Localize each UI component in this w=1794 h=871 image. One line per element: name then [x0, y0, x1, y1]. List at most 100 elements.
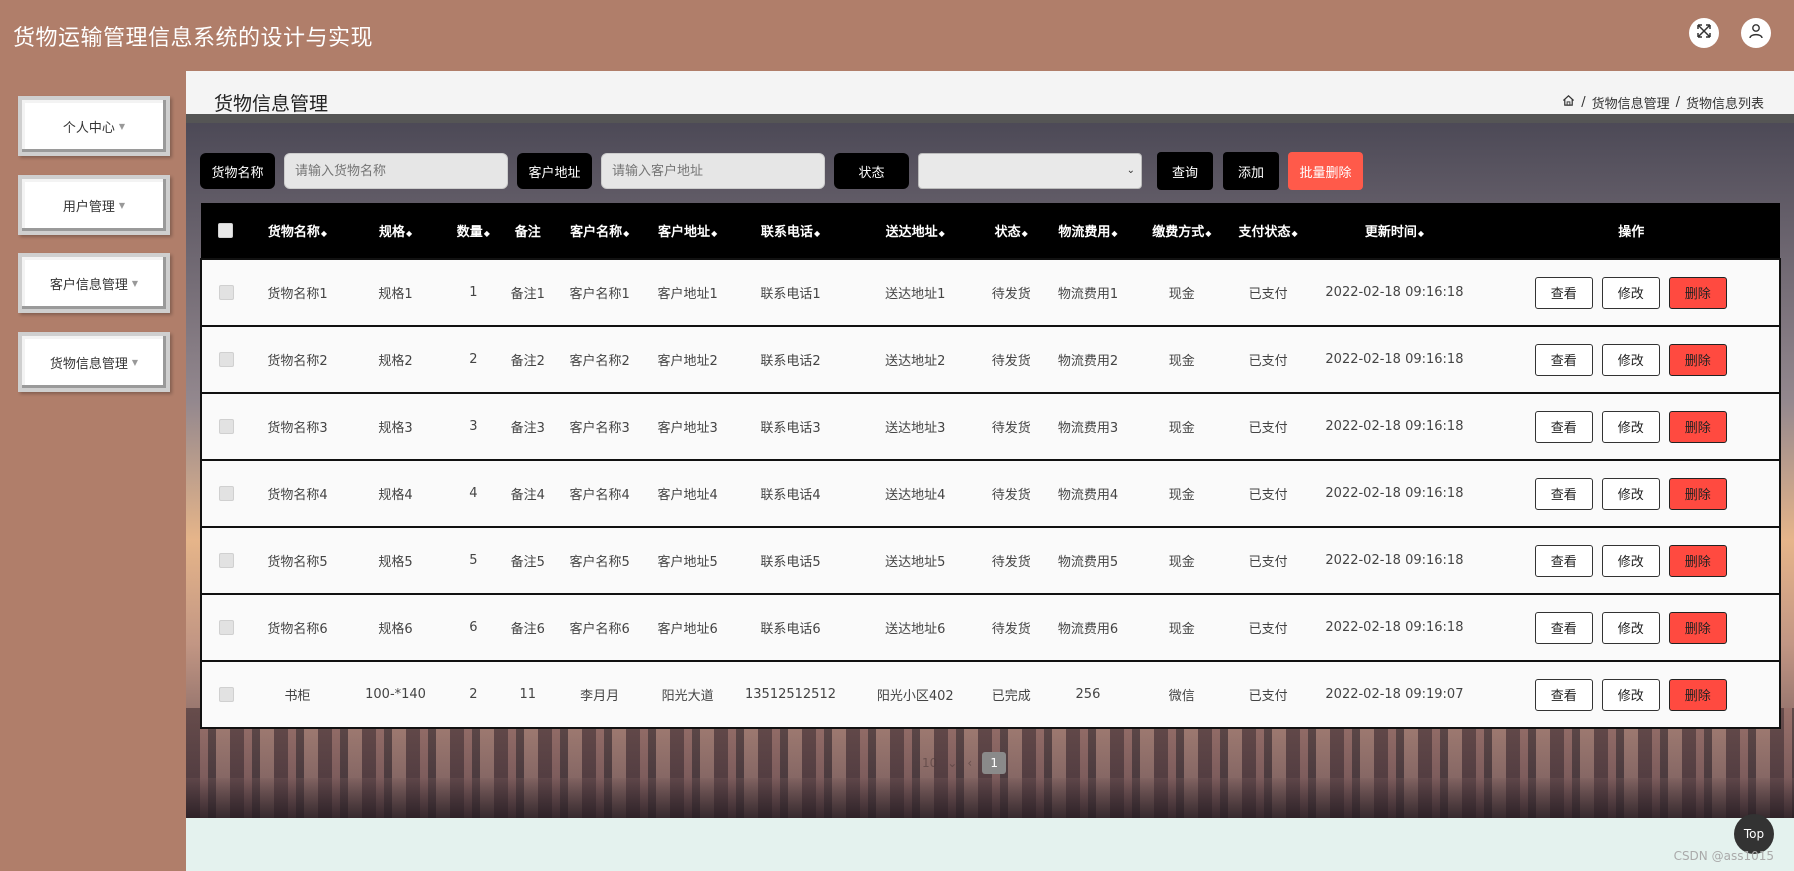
column-header[interactable]: 支付状态◆ [1230, 203, 1307, 259]
sidebar-item-customer-management[interactable]: 客户信息管理 ▼ [18, 253, 170, 313]
app-title: 货物运输管理信息系统的设计与实现 [13, 26, 374, 51]
table-cell: 物流费用2 [1057, 354, 1119, 369]
view-button[interactable]: 查看 [1534, 477, 1593, 510]
view-button[interactable]: 查看 [1534, 276, 1593, 309]
row-checkbox[interactable] [218, 687, 234, 702]
edit-button[interactable]: 修改 [1601, 276, 1660, 309]
column-header[interactable]: 数量◆ [446, 203, 500, 259]
table-cell: 联系电话5 [760, 555, 821, 570]
column-header: 操作 [1482, 203, 1780, 259]
add-button[interactable]: 添加 [1223, 152, 1279, 190]
view-button[interactable]: 查看 [1534, 678, 1593, 711]
table-cell: 货物名称5 [267, 555, 328, 570]
table-cell: 物流费用1 [1057, 287, 1119, 302]
column-header[interactable]: 货物名称◆ [250, 203, 345, 259]
current-page[interactable]: 1 [982, 752, 1007, 774]
column-header-label: 送达地址 [885, 225, 938, 240]
table-cell: 待发货 [991, 287, 1031, 302]
goods-name-input[interactable] [284, 153, 508, 189]
table-row: 货物名称6 规格6 6 备注6 客户名称6 客户地址6 联系电话6 送达地址6 待发货 物流费用6… [201, 594, 1780, 661]
table-cell: 送达地址6 [885, 622, 946, 637]
sidebar-item-goods-management[interactable]: 货物信息管理 ▼ [18, 332, 170, 392]
select-all-checkbox[interactable] [218, 223, 234, 238]
fullscreen-button[interactable] [1689, 18, 1719, 48]
row-checkbox[interactable] [218, 620, 234, 635]
table-cell: 客户地址4 [657, 488, 718, 503]
edit-button[interactable]: 修改 [1601, 410, 1660, 443]
table-cell: 待发货 [991, 421, 1031, 436]
batch-delete-button[interactable]: 批量删除 [1288, 152, 1363, 190]
table-cell: 物流费用5 [1057, 555, 1119, 570]
caret-down-icon: ▼ [131, 278, 139, 288]
row-checkbox[interactable] [218, 486, 234, 501]
row-actions: 查看 修改 删除 [1534, 276, 1727, 309]
breadcrumb-item[interactable]: 货物信息管理 [1592, 93, 1670, 112]
column-header[interactable]: 规格◆ [345, 203, 446, 259]
row-checkbox[interactable] [218, 352, 234, 367]
status-select[interactable]: ⌄ [918, 153, 1142, 189]
sidebar-item-label: 个人中心 [62, 120, 115, 136]
caret-down-icon: ▼ [131, 357, 139, 367]
prev-page-icon[interactable]: ‹ [967, 756, 972, 770]
delete-button[interactable]: 删除 [1668, 611, 1727, 644]
row-checkbox[interactable] [218, 419, 234, 434]
delete-button[interactable]: 删除 [1668, 343, 1727, 376]
view-button[interactable]: 查看 [1534, 544, 1593, 577]
column-header[interactable]: 送达地址◆ [850, 203, 980, 259]
delete-button[interactable]: 删除 [1668, 410, 1727, 443]
row-checkbox[interactable] [218, 553, 234, 568]
chevron-down-icon: ⌄ [1126, 165, 1135, 176]
back-to-top-button[interactable]: Top [1734, 814, 1774, 854]
sidebar-item-user-management[interactable]: 用户管理 ▼ [18, 175, 170, 235]
sidebar-item-personal-center[interactable]: 个人中心 ▼ [18, 96, 170, 156]
edit-button[interactable]: 修改 [1601, 544, 1660, 577]
table-row: 货物名称4 规格4 4 备注4 客户名称4 客户地址4 联系电话4 送达地址4 待发货 物流费用4… [201, 460, 1780, 527]
row-checkbox[interactable] [218, 285, 234, 300]
column-header[interactable]: 客户名称◆ [555, 203, 645, 259]
table-cell: 微信 [1168, 689, 1195, 704]
view-button[interactable]: 查看 [1534, 611, 1593, 644]
select-all-cell [201, 203, 250, 259]
delete-button[interactable]: 删除 [1668, 544, 1727, 577]
edit-button[interactable]: 修改 [1601, 678, 1660, 711]
table-cell: 现金 [1168, 622, 1195, 637]
user-button[interactable] [1741, 18, 1771, 48]
sidebar-item-label: 货物信息管理 [49, 356, 128, 372]
column-header[interactable]: 物流费用◆ [1042, 203, 1134, 259]
delete-button[interactable]: 删除 [1668, 276, 1727, 309]
column-header-label: 规格 [378, 225, 405, 240]
table-cell: 2022-02-18 09:16:18 [1325, 419, 1464, 434]
delete-button[interactable]: 删除 [1668, 678, 1727, 711]
edit-button[interactable]: 修改 [1601, 611, 1660, 644]
sort-icon: ◆ [623, 229, 630, 238]
query-button[interactable]: 查询 [1157, 152, 1213, 190]
column-header[interactable]: 联系电话◆ [731, 203, 850, 259]
sort-icon: ◆ [813, 229, 821, 238]
table-cell: 货物名称3 [267, 421, 328, 436]
table-cell: 规格4 [378, 488, 413, 503]
column-header[interactable]: 缴费方式◆ [1134, 203, 1230, 259]
home-icon[interactable] [1562, 94, 1575, 111]
column-header[interactable]: 状态◆ [980, 203, 1042, 259]
view-button[interactable]: 查看 [1534, 343, 1593, 376]
edit-button[interactable]: 修改 [1601, 477, 1660, 510]
actions-cell: 查看 修改 删除 [1482, 259, 1780, 326]
actions-cell: 查看 修改 删除 [1482, 460, 1780, 527]
column-header[interactable]: 客户地址◆ [644, 203, 730, 259]
table-cell: 2022-02-18 09:19:07 [1325, 687, 1464, 702]
customer-address-input[interactable] [601, 153, 825, 189]
column-header-label: 缴费方式 [1152, 225, 1205, 240]
delete-button[interactable]: 删除 [1668, 477, 1727, 510]
table-cell: 客户地址6 [657, 622, 718, 637]
page-size-select[interactable]: 10 [922, 756, 937, 770]
column-header[interactable]: 更新时间◆ [1307, 203, 1483, 259]
view-button[interactable]: 查看 [1534, 410, 1593, 443]
table-cell: 客户地址5 [657, 555, 718, 570]
table-row: 货物名称5 规格5 5 备注5 客户名称5 客户地址5 联系电话5 送达地址5 待发货 物流费用5… [201, 527, 1780, 594]
table-row: 货物名称2 规格2 2 备注2 客户名称2 客户地址2 联系电话2 送达地址2 待发货 物流费用2… [201, 326, 1780, 393]
edit-button[interactable]: 修改 [1601, 343, 1660, 376]
table-cell: 联系电话3 [760, 421, 821, 436]
row-select-cell [201, 259, 250, 326]
table-cell: 已支付 [1248, 622, 1288, 637]
table-cell: 100-*140 [365, 687, 426, 702]
